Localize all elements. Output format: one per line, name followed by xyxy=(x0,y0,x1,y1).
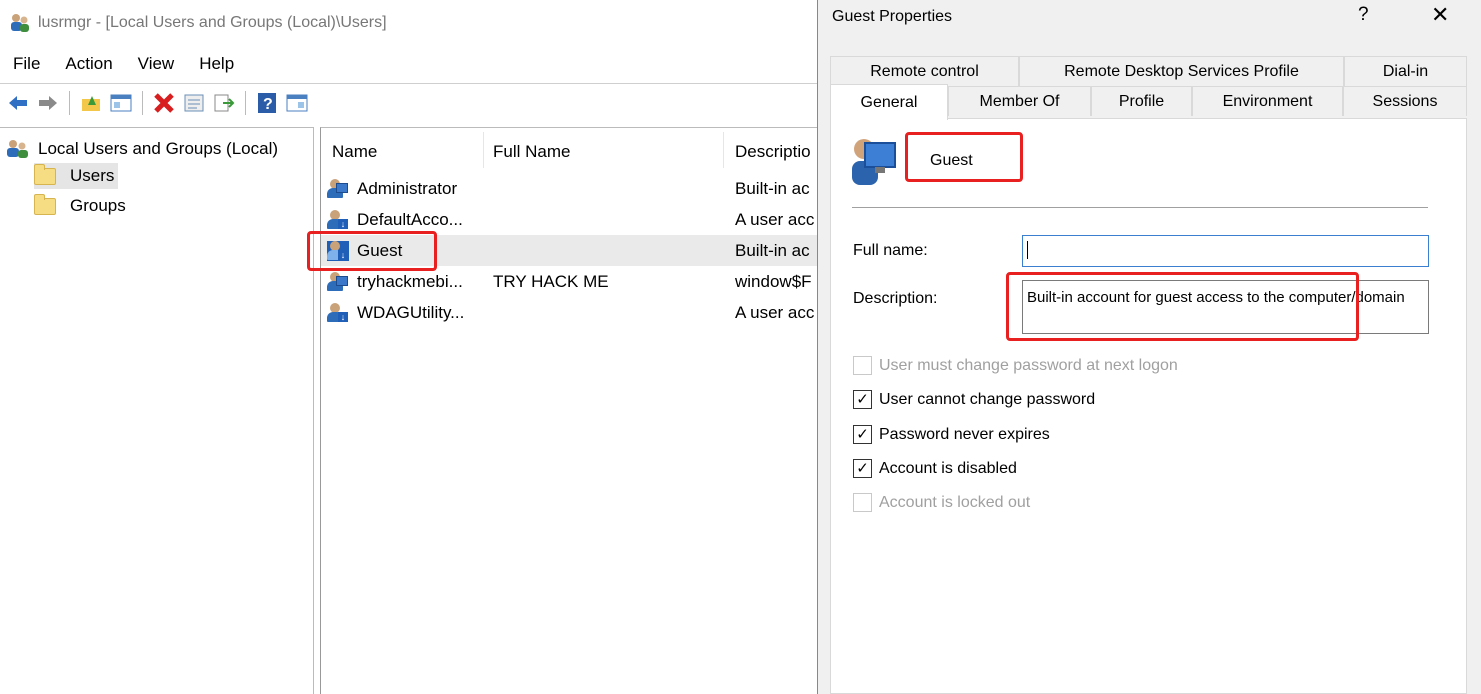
tab-sessions[interactable]: Sessions xyxy=(1343,86,1467,116)
up-folder-icon[interactable] xyxy=(79,91,103,115)
text-caret xyxy=(1027,241,1028,260)
row-description: Built-in ac xyxy=(735,179,810,198)
back-arrow-icon[interactable] xyxy=(6,91,30,115)
row-name: WDAGUtility... xyxy=(357,303,465,322)
tab-remote-desktop-services-profile[interactable]: Remote Desktop Services Profile xyxy=(1019,56,1344,86)
row-name: tryhackmebi... xyxy=(357,272,463,291)
description-field[interactable]: Built-in account for guest access to the… xyxy=(1022,280,1429,334)
tab-profile[interactable]: Profile xyxy=(1091,86,1192,116)
checkbox-label: Account is disabled xyxy=(879,459,1017,477)
properties-icon[interactable] xyxy=(182,91,206,115)
checkbox-label: Account is locked out xyxy=(879,493,1031,511)
users-list-pane: Name Full Name Descriptio Administrator … xyxy=(320,127,820,694)
tree-root[interactable]: Local Users and Groups (Local) xyxy=(6,136,278,162)
disabled-user-icon: ↓ xyxy=(327,303,349,323)
users-app-icon xyxy=(10,13,30,33)
row-description: A user acc xyxy=(735,303,815,322)
general-tab-panel: Guest Full name: Description: Built-in a… xyxy=(830,118,1467,694)
row-description: window$F xyxy=(735,272,812,291)
help-button[interactable]: ? xyxy=(1358,4,1369,26)
disabled-user-icon: ↓ xyxy=(327,210,349,230)
title-bar: lusrmgr - [Local Users and Groups (Local… xyxy=(0,0,830,46)
export-list-icon[interactable] xyxy=(212,91,236,115)
divider xyxy=(852,207,1428,208)
row-name: Administrator xyxy=(357,179,458,198)
row-name: Guest xyxy=(357,241,403,260)
menu-help[interactable]: Help xyxy=(186,54,246,74)
table-row-selected[interactable]: ↓ Guest Built-in ac xyxy=(321,235,820,266)
toolbar-separator xyxy=(142,90,143,115)
delete-icon[interactable] xyxy=(152,91,176,115)
show-hide-tree-icon[interactable] xyxy=(109,91,133,115)
tab-dial-in[interactable]: Dial-in xyxy=(1344,56,1467,86)
user-icon xyxy=(327,272,349,292)
menu-view[interactable]: View xyxy=(125,54,187,74)
folder-icon xyxy=(34,163,56,185)
tree-item-groups[interactable]: Groups xyxy=(34,193,126,219)
account-locked-out-checkbox: Account is locked out xyxy=(853,493,1030,512)
tree-root-label: Local Users and Groups (Local) xyxy=(38,139,279,158)
full-name-field[interactable] xyxy=(1022,235,1429,267)
tab-environment[interactable]: Environment xyxy=(1192,86,1343,116)
user-account-icon xyxy=(851,135,899,187)
guest-properties-dialog: Guest Properties ? ✕ Remote control Remo… xyxy=(817,0,1481,694)
password-never-expires-checkbox[interactable]: ✓ Password never expires xyxy=(853,425,1050,444)
checkbox-label: Password never expires xyxy=(879,425,1050,443)
column-divider[interactable] xyxy=(483,132,484,168)
row-description: Built-in ac xyxy=(735,241,810,260)
tree-item-label: Users xyxy=(70,166,115,185)
checkbox-label: User cannot change password xyxy=(879,390,1096,408)
window-title: lusrmgr - [Local Users and Groups (Local… xyxy=(38,14,387,31)
menu-file[interactable]: File xyxy=(0,54,52,74)
toolbar-separator xyxy=(69,90,70,115)
account-disabled-checkbox[interactable]: ✓ Account is disabled xyxy=(853,459,1017,478)
checkbox-box: ✓ xyxy=(853,390,872,409)
column-divider[interactable] xyxy=(723,132,724,168)
row-name: DefaultAcco... xyxy=(357,210,463,229)
users-groups-icon xyxy=(6,139,30,159)
svg-text:?: ? xyxy=(263,96,273,113)
column-header-full-name[interactable]: Full Name xyxy=(493,142,570,166)
menu-action[interactable]: Action xyxy=(52,54,124,74)
dialog-title: Guest Properties xyxy=(832,8,953,25)
checkbox-label: User must change password at next logon xyxy=(879,356,1178,374)
folder-icon xyxy=(34,193,56,215)
table-row[interactable]: ↓ WDAGUtility... A user acc xyxy=(321,297,820,328)
column-header-name[interactable]: Name xyxy=(332,142,377,166)
forward-arrow-icon[interactable] xyxy=(36,91,60,115)
help-icon[interactable]: ? xyxy=(255,91,279,115)
checkbox-box xyxy=(853,493,872,512)
table-row[interactable]: ↓ DefaultAcco... A user acc xyxy=(321,204,820,235)
toolbar: ? xyxy=(0,83,830,121)
row-description: A user acc xyxy=(735,210,815,229)
toolbar-separator xyxy=(245,90,246,115)
close-icon[interactable]: ✕ xyxy=(1431,2,1449,28)
menu-bar: File Action View Help xyxy=(0,50,246,78)
tab-remote-control[interactable]: Remote control xyxy=(830,56,1019,86)
show-hide-action-pane-icon[interactable] xyxy=(285,91,309,115)
row-full-name: TRY HACK ME xyxy=(493,272,609,291)
cannot-change-password-checkbox[interactable]: ✓ User cannot change password xyxy=(853,390,1095,409)
disabled-user-icon: ↓ xyxy=(327,241,349,261)
checkbox-box xyxy=(853,356,872,375)
must-change-password-checkbox: User must change password at next logon xyxy=(853,356,1178,375)
description-label: Description: xyxy=(853,290,938,307)
username-label: Guest xyxy=(930,152,973,169)
table-row[interactable]: tryhackmebi... TRY HACK ME window$F xyxy=(321,266,820,297)
tab-general[interactable]: General xyxy=(830,84,948,120)
user-icon xyxy=(327,179,349,199)
column-header-description[interactable]: Descriptio xyxy=(735,142,811,166)
tree-item-label: Groups xyxy=(70,196,126,215)
tree-item-users[interactable]: Users xyxy=(34,163,118,189)
checkbox-box: ✓ xyxy=(853,425,872,444)
table-row[interactable]: Administrator Built-in ac xyxy=(321,173,820,204)
checkbox-box: ✓ xyxy=(853,459,872,478)
tab-member-of[interactable]: Member Of xyxy=(948,86,1091,116)
full-name-label: Full name: xyxy=(853,242,928,259)
